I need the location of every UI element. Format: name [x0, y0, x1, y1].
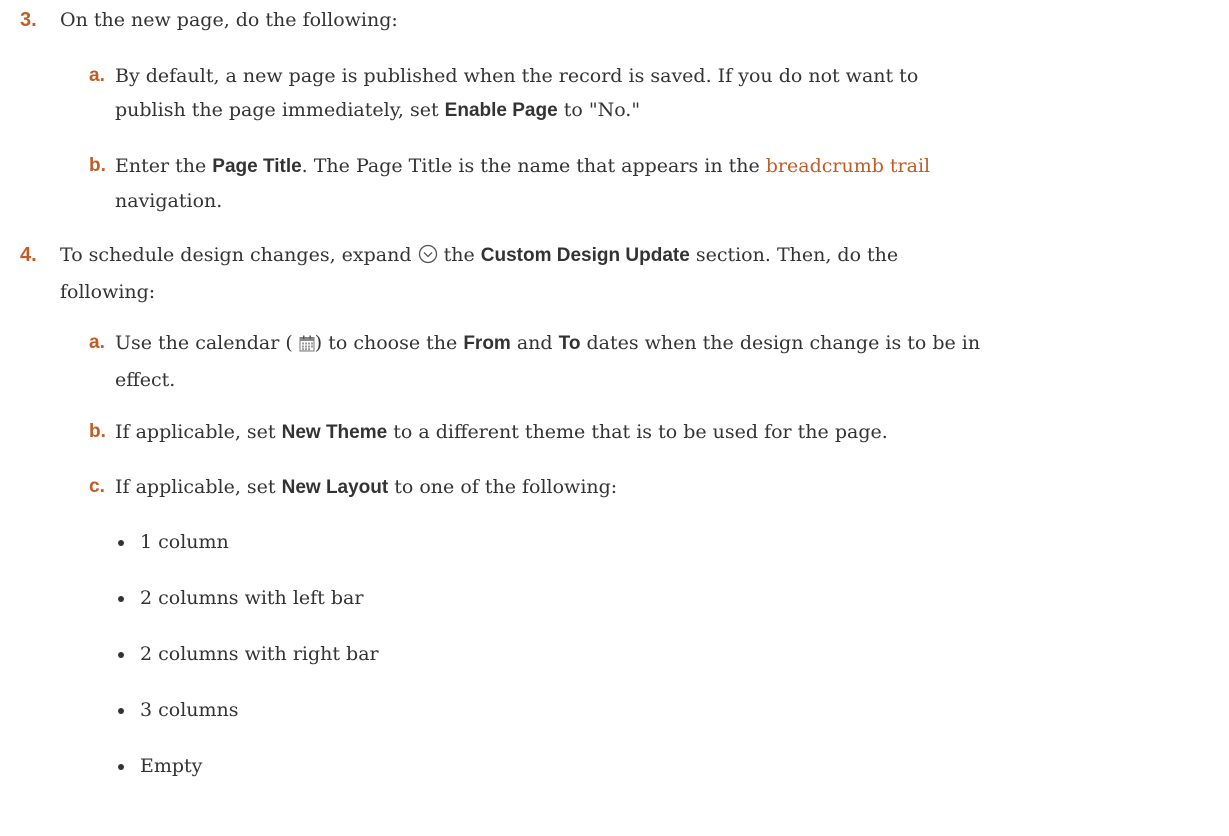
page-title-label: Page Title: [212, 156, 302, 177]
layout-option-label: 2 columns with left bar: [140, 587, 364, 609]
step-3: 3. On the new page, do the following:: [0, 3, 1229, 37]
list-item: 3 columns: [0, 693, 1229, 727]
step-4b-text-1: If applicable, set: [115, 421, 282, 443]
step-4b-letter: b.: [89, 421, 106, 442]
list-item: 2 columns with right bar: [0, 637, 1229, 671]
step-4a-text-4: dates when the design change is to be in: [580, 332, 981, 354]
step-4-text-1: To schedule design changes, expand: [60, 244, 418, 266]
step-3b-text-3: navigation.: [115, 190, 223, 212]
new-theme-label: New Theme: [281, 422, 388, 443]
bullet-icon: [118, 596, 124, 602]
list-item: 2 columns with left bar: [0, 581, 1229, 615]
step-4c-text-2: to one of the following:: [388, 476, 618, 498]
step-3a: a. By default, a new page is published w…: [0, 59, 1229, 128]
step-4-text-2: the: [437, 244, 481, 266]
bullet-icon: [118, 708, 124, 714]
new-layout-label: New Layout: [281, 477, 389, 498]
bullet-icon: [118, 652, 124, 658]
bullet-icon: [118, 764, 124, 770]
custom-design-update-label: Custom Design Update: [480, 245, 690, 266]
step-4c-letter: c.: [89, 476, 105, 497]
list-item: Empty: [0, 749, 1229, 783]
step-4-text-3: section. Then, do the: [689, 244, 899, 266]
to-label: To: [558, 333, 581, 354]
step-3b-letter: b.: [89, 155, 106, 176]
step-4b-text-2: to a different theme that is to be used …: [387, 421, 888, 443]
step-4a-text-5: effect.: [115, 369, 176, 391]
layout-option-label: Empty: [140, 755, 203, 777]
layout-options-list: 1 column 2 columns with left bar 2 colum…: [0, 525, 1229, 783]
list-item: 1 column: [0, 525, 1229, 559]
step-4a-text-2: ) to choose the: [314, 332, 464, 354]
step-4b: b. If applicable, set New Theme to a dif…: [0, 415, 1229, 450]
step-3-intro: On the new page, do the following:: [60, 9, 398, 31]
layout-option-label: 1 column: [140, 531, 229, 553]
layout-option-label: 3 columns: [140, 699, 239, 721]
breadcrumb-trail-link[interactable]: breadcrumb trail: [766, 155, 930, 177]
step-3a-text-3: to "No.": [557, 99, 641, 121]
step-3-number: 3.: [20, 9, 37, 31]
step-4a-text-3: and: [510, 332, 559, 354]
bullet-icon: [118, 540, 124, 546]
layout-option-label: 2 columns with right bar: [140, 643, 379, 665]
step-4-text-4: following:: [60, 281, 156, 303]
chevron-down-circle-icon: [418, 241, 438, 275]
step-4-number: 4.: [20, 244, 37, 266]
step-4c: c. If applicable, set New Layout to one …: [0, 470, 1229, 505]
step-3b-text-2: . The Page Title is the name that appear…: [301, 155, 766, 177]
step-4a-text-1: Use the calendar (: [115, 332, 299, 354]
step-4c-text-1: If applicable, set: [115, 476, 282, 498]
step-3b: b. Enter the Page Title. The Page Title …: [0, 149, 1229, 218]
step-3a-text-1: By default, a new page is published when…: [115, 65, 919, 87]
step-3a-letter: a.: [89, 65, 105, 86]
step-3b-text-1: Enter the: [115, 155, 213, 177]
from-label: From: [463, 333, 511, 354]
step-4a: a. Use the calendar ( ) to choose the Fr…: [0, 326, 1229, 397]
step-4: 4. To schedule design changes, expand th…: [0, 238, 1229, 309]
step-3a-text-2: publish the page immediately, set: [115, 99, 445, 121]
enable-page-label: Enable Page: [444, 100, 558, 121]
step-4a-letter: a.: [89, 332, 105, 353]
calendar-icon: [299, 329, 315, 363]
